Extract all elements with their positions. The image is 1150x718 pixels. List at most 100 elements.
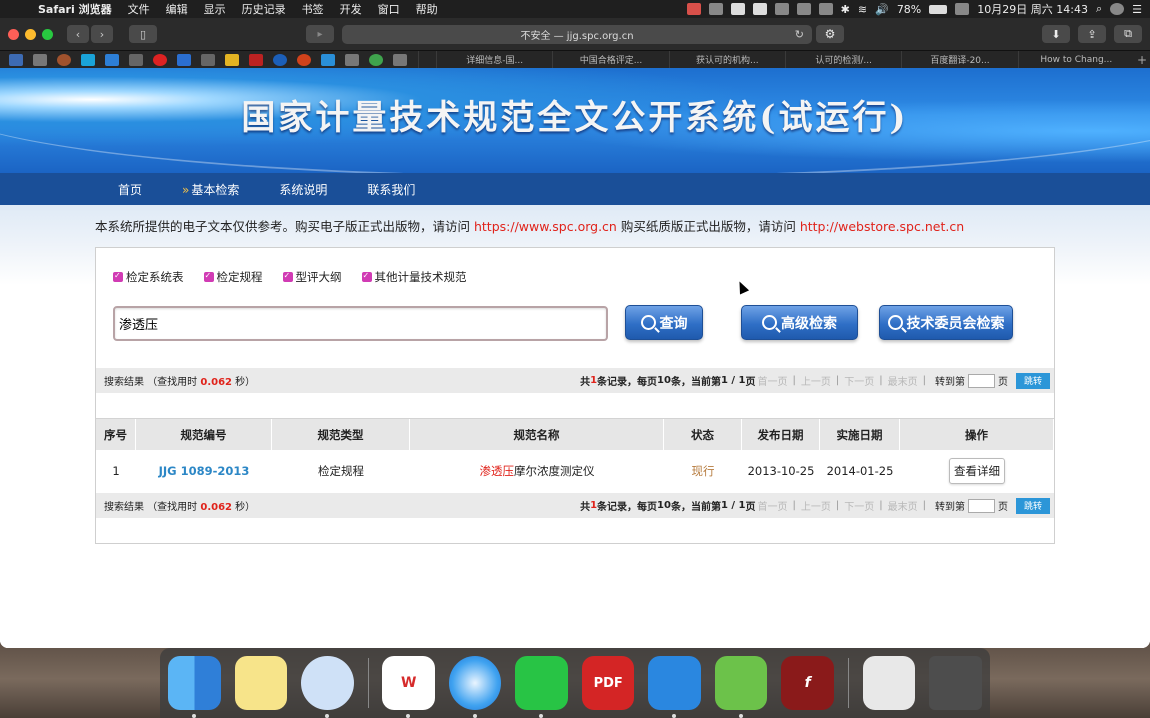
zoom-window-button[interactable] <box>42 28 53 40</box>
favorite-icon[interactable] <box>81 53 95 66</box>
prev-page-link[interactable]: 上一页 <box>801 373 831 388</box>
tab-item[interactable]: 详细信息-国... <box>436 50 552 69</box>
wps-office-icon[interactable]: W <box>382 656 435 718</box>
view-details-button[interactable]: 查看详细 <box>949 458 1005 484</box>
tab-item[interactable]: 认可的检测/... <box>784 50 901 69</box>
bird-app-icon[interactable] <box>648 656 701 718</box>
wps-icon[interactable] <box>752 3 767 15</box>
first-page-link[interactable]: 首一页 <box>758 373 788 388</box>
back-button[interactable]: ‹ <box>67 25 89 43</box>
menu-window[interactable]: 窗口 <box>370 1 408 17</box>
close-window-button[interactable] <box>8 28 19 40</box>
forward-button[interactable]: › <box>91 25 113 43</box>
bluetooth-icon[interactable]: ✱ <box>841 3 850 16</box>
favorite-icon[interactable] <box>153 53 167 66</box>
lark-app-icon[interactable] <box>301 656 354 718</box>
display-icon[interactable] <box>774 3 789 15</box>
menu-file[interactable]: 文件 <box>120 1 158 17</box>
menu-develop[interactable]: 开发 <box>332 1 370 17</box>
sidebar-toggle-icon[interactable]: ▯ <box>129 25 157 43</box>
jump-page-input[interactable] <box>968 373 995 388</box>
lark-icon[interactable] <box>818 3 833 15</box>
battery-icon[interactable] <box>929 4 948 14</box>
jump-page-input[interactable] <box>968 498 995 513</box>
tab-item[interactable]: How to Chang... <box>1017 50 1134 69</box>
sync-icon[interactable] <box>708 3 723 15</box>
jump-button[interactable]: 跳转 <box>1016 372 1050 389</box>
favorite-icon[interactable] <box>33 53 47 66</box>
menubar-clock[interactable]: 10月29日 周六 14:43 <box>977 1 1088 17</box>
favorite-icon[interactable] <box>345 53 359 66</box>
favorite-icon[interactable] <box>129 53 143 66</box>
wechat-app-icon[interactable] <box>515 656 568 718</box>
favorite-icon[interactable] <box>201 53 215 66</box>
spec-code-link[interactable]: JJG 1089-2013 <box>136 450 272 492</box>
spec-name-link[interactable]: 渗透压 摩尔浓度测定仪 <box>410 450 664 492</box>
prev-page-link[interactable]: 上一页 <box>801 498 831 513</box>
favorite-icon[interactable] <box>273 53 287 66</box>
status-app-icon[interactable] <box>686 3 701 15</box>
wifi-icon[interactable]: ≋ <box>858 3 867 16</box>
checkbox-other-specs[interactable]: 其他计量技术规范 <box>361 269 467 285</box>
siri-icon[interactable] <box>1110 3 1125 15</box>
favorite-icon[interactable] <box>57 53 71 66</box>
pdf-expert-icon[interactable]: PDF <box>581 656 635 710</box>
input-method-icon[interactable] <box>955 3 970 15</box>
favorite-icon[interactable] <box>321 53 335 66</box>
favorite-icon[interactable] <box>105 53 119 66</box>
checkbox-type-evaluation[interactable]: 型评大纲 <box>282 269 342 285</box>
search-input[interactable] <box>113 306 608 341</box>
menu-app-name[interactable]: Safari 浏览器 <box>30 1 120 17</box>
query-button[interactable]: 查询 <box>625 305 703 340</box>
address-bar[interactable]: 不安全 — jjg.spc.org.cn ↻ <box>342 25 812 44</box>
jump-button[interactable]: 跳转 <box>1016 497 1050 514</box>
menu-history[interactable]: 历史记录 <box>234 1 294 17</box>
webstore-link[interactable]: http://webstore.spc.net.cn <box>800 219 964 234</box>
favorite-icon[interactable] <box>9 53 23 66</box>
favorite-icon[interactable] <box>249 53 263 66</box>
favorite-icon[interactable] <box>369 53 383 66</box>
reload-icon[interactable]: ↻ <box>795 28 804 41</box>
spc-link[interactable]: https://www.spc.org.cn <box>474 219 617 234</box>
volume-icon[interactable]: 🔊 <box>875 3 889 16</box>
trash-icon[interactable] <box>929 656 982 710</box>
new-tab-icon[interactable]: + <box>1134 53 1150 67</box>
flash-player-icon[interactable]: f <box>781 656 834 710</box>
notes-icon[interactable] <box>234 656 287 710</box>
share-icon[interactable]: ⇪ <box>1078 25 1106 43</box>
committee-search-button[interactable]: 技术委员会检索 <box>879 305 1013 340</box>
tab-overview-icon[interactable]: ⧉ <box>1114 25 1142 43</box>
last-page-link[interactable]: 最末页 <box>888 498 918 513</box>
tab-item[interactable]: 百度翻译-20... <box>901 50 1017 69</box>
minimize-window-button[interactable] <box>25 28 36 40</box>
nav-system-info[interactable]: 系统说明 <box>279 181 327 198</box>
reader-view-icon[interactable]: ▸ <box>306 25 334 43</box>
next-page-link[interactable]: 下一页 <box>844 498 874 513</box>
spotlight-icon[interactable]: ⌕ <box>1096 2 1102 16</box>
tab-item[interactable]: 中国合格评定... <box>552 50 668 69</box>
last-page-link[interactable]: 最末页 <box>888 373 918 388</box>
tab-item[interactable]: 获认可的机构... <box>668 50 785 69</box>
settings-gear-icon[interactable]: ⚙ <box>816 25 844 43</box>
camtasia-icon[interactable] <box>714 656 768 718</box>
tab-favicon[interactable] <box>418 50 436 69</box>
wechat-icon[interactable] <box>730 3 745 15</box>
recent-window-icon[interactable] <box>862 656 916 710</box>
advanced-search-button[interactable]: 高级检索 <box>741 305 858 340</box>
control-center-icon[interactable]: ☰ <box>1132 3 1142 16</box>
safari-icon[interactable] <box>448 656 502 718</box>
nav-contact[interactable]: 联系我们 <box>367 181 415 198</box>
favorite-icon[interactable] <box>297 53 311 66</box>
menu-view[interactable]: 显示 <box>196 1 234 17</box>
checkbox-verification-regulation[interactable]: 检定规程 <box>203 269 263 285</box>
next-page-link[interactable]: 下一页 <box>844 373 874 388</box>
favorite-icon[interactable] <box>225 53 239 66</box>
menu-bookmarks[interactable]: 书签 <box>294 1 332 17</box>
favorite-icon[interactable] <box>393 53 407 66</box>
checkbox-verification-system[interactable]: 检定系统表 <box>113 269 184 285</box>
hd-icon[interactable] <box>796 3 811 15</box>
finder-icon[interactable] <box>168 656 221 718</box>
nav-basic-search[interactable]: 基本检索 <box>182 181 239 198</box>
menu-edit[interactable]: 编辑 <box>158 1 196 17</box>
menu-help[interactable]: 帮助 <box>408 1 446 17</box>
